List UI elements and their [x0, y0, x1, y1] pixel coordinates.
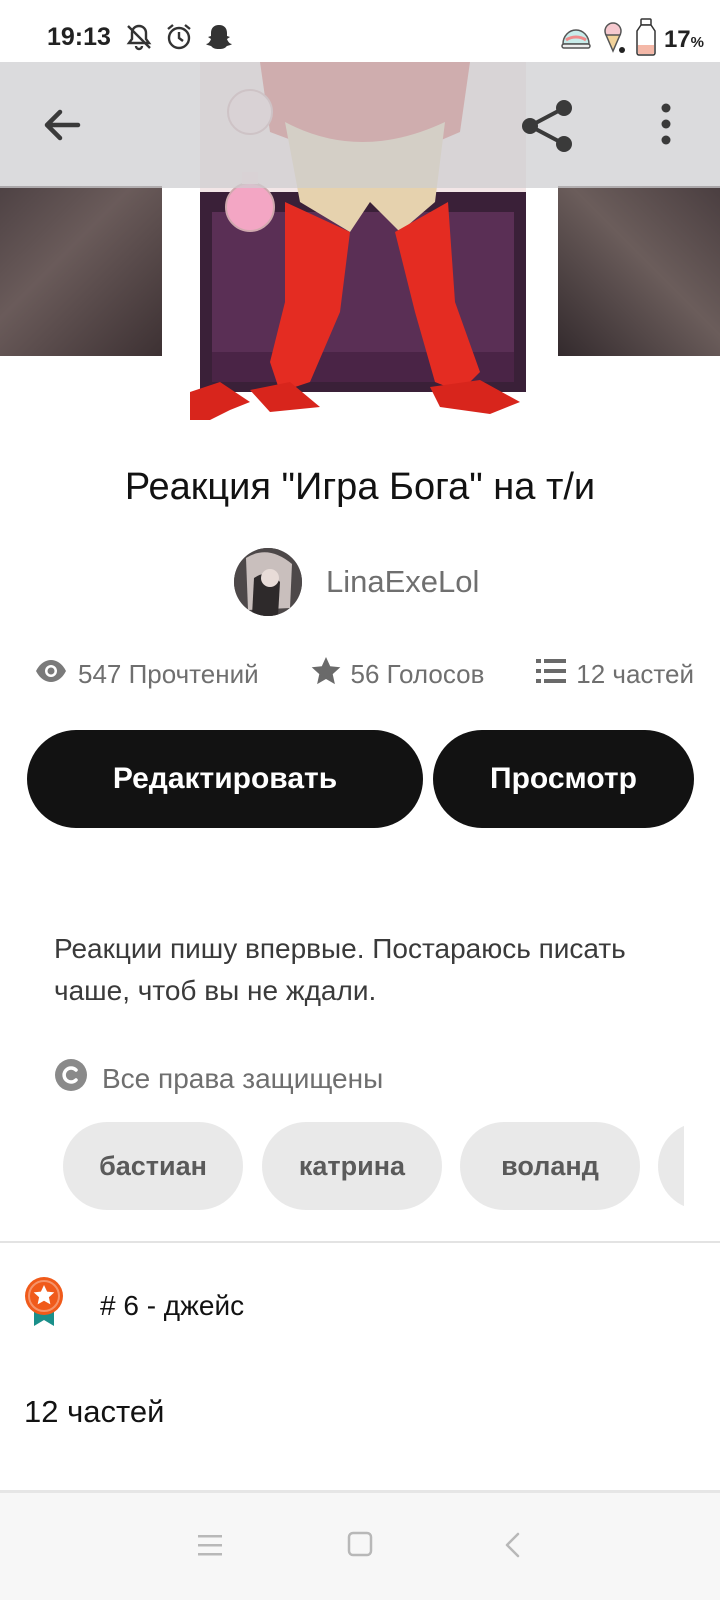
previous-cover-image[interactable]: [0, 186, 162, 356]
reads-stat: 547 Прочтений: [34, 659, 259, 690]
author-row[interactable]: LinaExeLol: [234, 548, 479, 616]
next-cover-image[interactable]: [558, 186, 720, 356]
list-icon: [536, 658, 567, 691]
tag-chip[interactable]: бастиан: [63, 1122, 243, 1210]
ice-cream-icon: [598, 20, 628, 59]
menu-icon[interactable]: [197, 1533, 223, 1562]
tag-chip[interactable]: воланд: [460, 1122, 640, 1210]
more-vertical-icon[interactable]: [646, 98, 686, 154]
star-icon: [311, 656, 341, 693]
copyright-text: Все права защищены: [102, 1062, 384, 1094]
sushi-icon: [560, 22, 592, 57]
story-stats: 547 Прочтений 56 Голосов 12 частей: [34, 656, 694, 693]
home-square-icon[interactable]: [347, 1531, 373, 1562]
notifications-off-icon: [124, 22, 154, 57]
system-nav-bar: [0, 1493, 720, 1600]
status-bar: 19:13 17%: [0, 0, 720, 62]
back-chevron-icon[interactable]: [500, 1531, 526, 1564]
tag-chip[interactable]: [658, 1122, 684, 1210]
divider: [0, 1241, 720, 1243]
avatar[interactable]: [234, 548, 302, 616]
status-time: 19:13: [47, 23, 111, 51]
copyright-icon: [54, 1058, 88, 1099]
snapchat-icon: [204, 22, 234, 57]
milk-bottle-icon: [634, 18, 658, 61]
story-title: Реакция "Игра Бога" на т/и: [124, 466, 596, 508]
votes-stat: 56 Голосов: [311, 656, 485, 693]
status-left-icons: [124, 22, 234, 57]
votes-count: 56 Голосов: [350, 659, 485, 689]
eye-icon: [34, 659, 68, 690]
copyright-row: Все права защищены: [54, 1058, 383, 1099]
tag-list: бастиан катрина воланд: [63, 1122, 684, 1210]
arrow-back-icon[interactable]: [38, 100, 88, 150]
edit-button[interactable]: Редактировать: [27, 730, 423, 828]
alarm-icon: [164, 22, 194, 57]
author-name[interactable]: LinaExeLol: [326, 564, 479, 600]
ranking-badge: [24, 1276, 64, 1333]
share-icon[interactable]: [520, 98, 576, 154]
status-right-icons: 17%: [560, 18, 704, 61]
app-bar: [0, 62, 720, 188]
parts-heading: 12 частей: [24, 1394, 165, 1429]
ranking-text[interactable]: # 6 - джейс: [100, 1290, 244, 1322]
view-button[interactable]: Просмотр: [433, 730, 694, 828]
battery-level: 17%: [663, 25, 704, 53]
reads-count: 547 Прочтений: [78, 659, 259, 689]
story-description: Реакции пишу впервые. Постараюсь писать …: [54, 933, 626, 1006]
parts-count: 12 частей: [576, 659, 694, 689]
tag-chip[interactable]: катрина: [262, 1122, 442, 1210]
ranking-badge-icon: [24, 1276, 64, 1333]
parts-stat: 12 частей: [536, 658, 694, 691]
